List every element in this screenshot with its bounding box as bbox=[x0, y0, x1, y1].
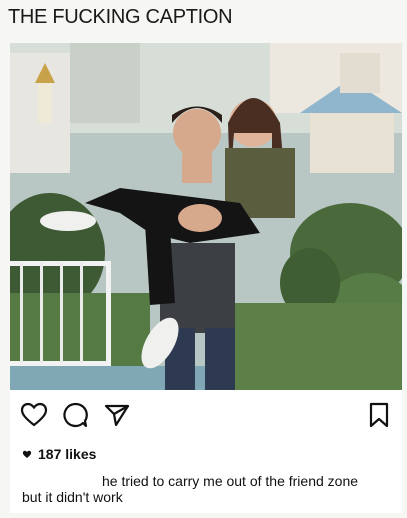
meme-caption-title: THE FUCKING CAPTION bbox=[8, 6, 233, 28]
likes-count: 187 likes bbox=[38, 446, 97, 462]
instagram-post: 187 likes he tried to carry me out of th… bbox=[10, 43, 402, 513]
comment-icon[interactable] bbox=[61, 401, 89, 429]
photo-illustration bbox=[10, 43, 402, 390]
bookmark-icon[interactable] bbox=[368, 402, 390, 428]
post-action-bar bbox=[10, 390, 402, 440]
small-heart-icon bbox=[22, 450, 32, 458]
post-caption-line1: he tried to carry me out of the friend z… bbox=[102, 473, 359, 489]
post-caption-line2: but it didn't work bbox=[22, 489, 123, 505]
share-icon[interactable] bbox=[103, 402, 131, 428]
likes-row[interactable]: 187 likes bbox=[22, 446, 96, 462]
heart-icon[interactable] bbox=[20, 402, 48, 428]
post-photo[interactable] bbox=[10, 43, 402, 390]
